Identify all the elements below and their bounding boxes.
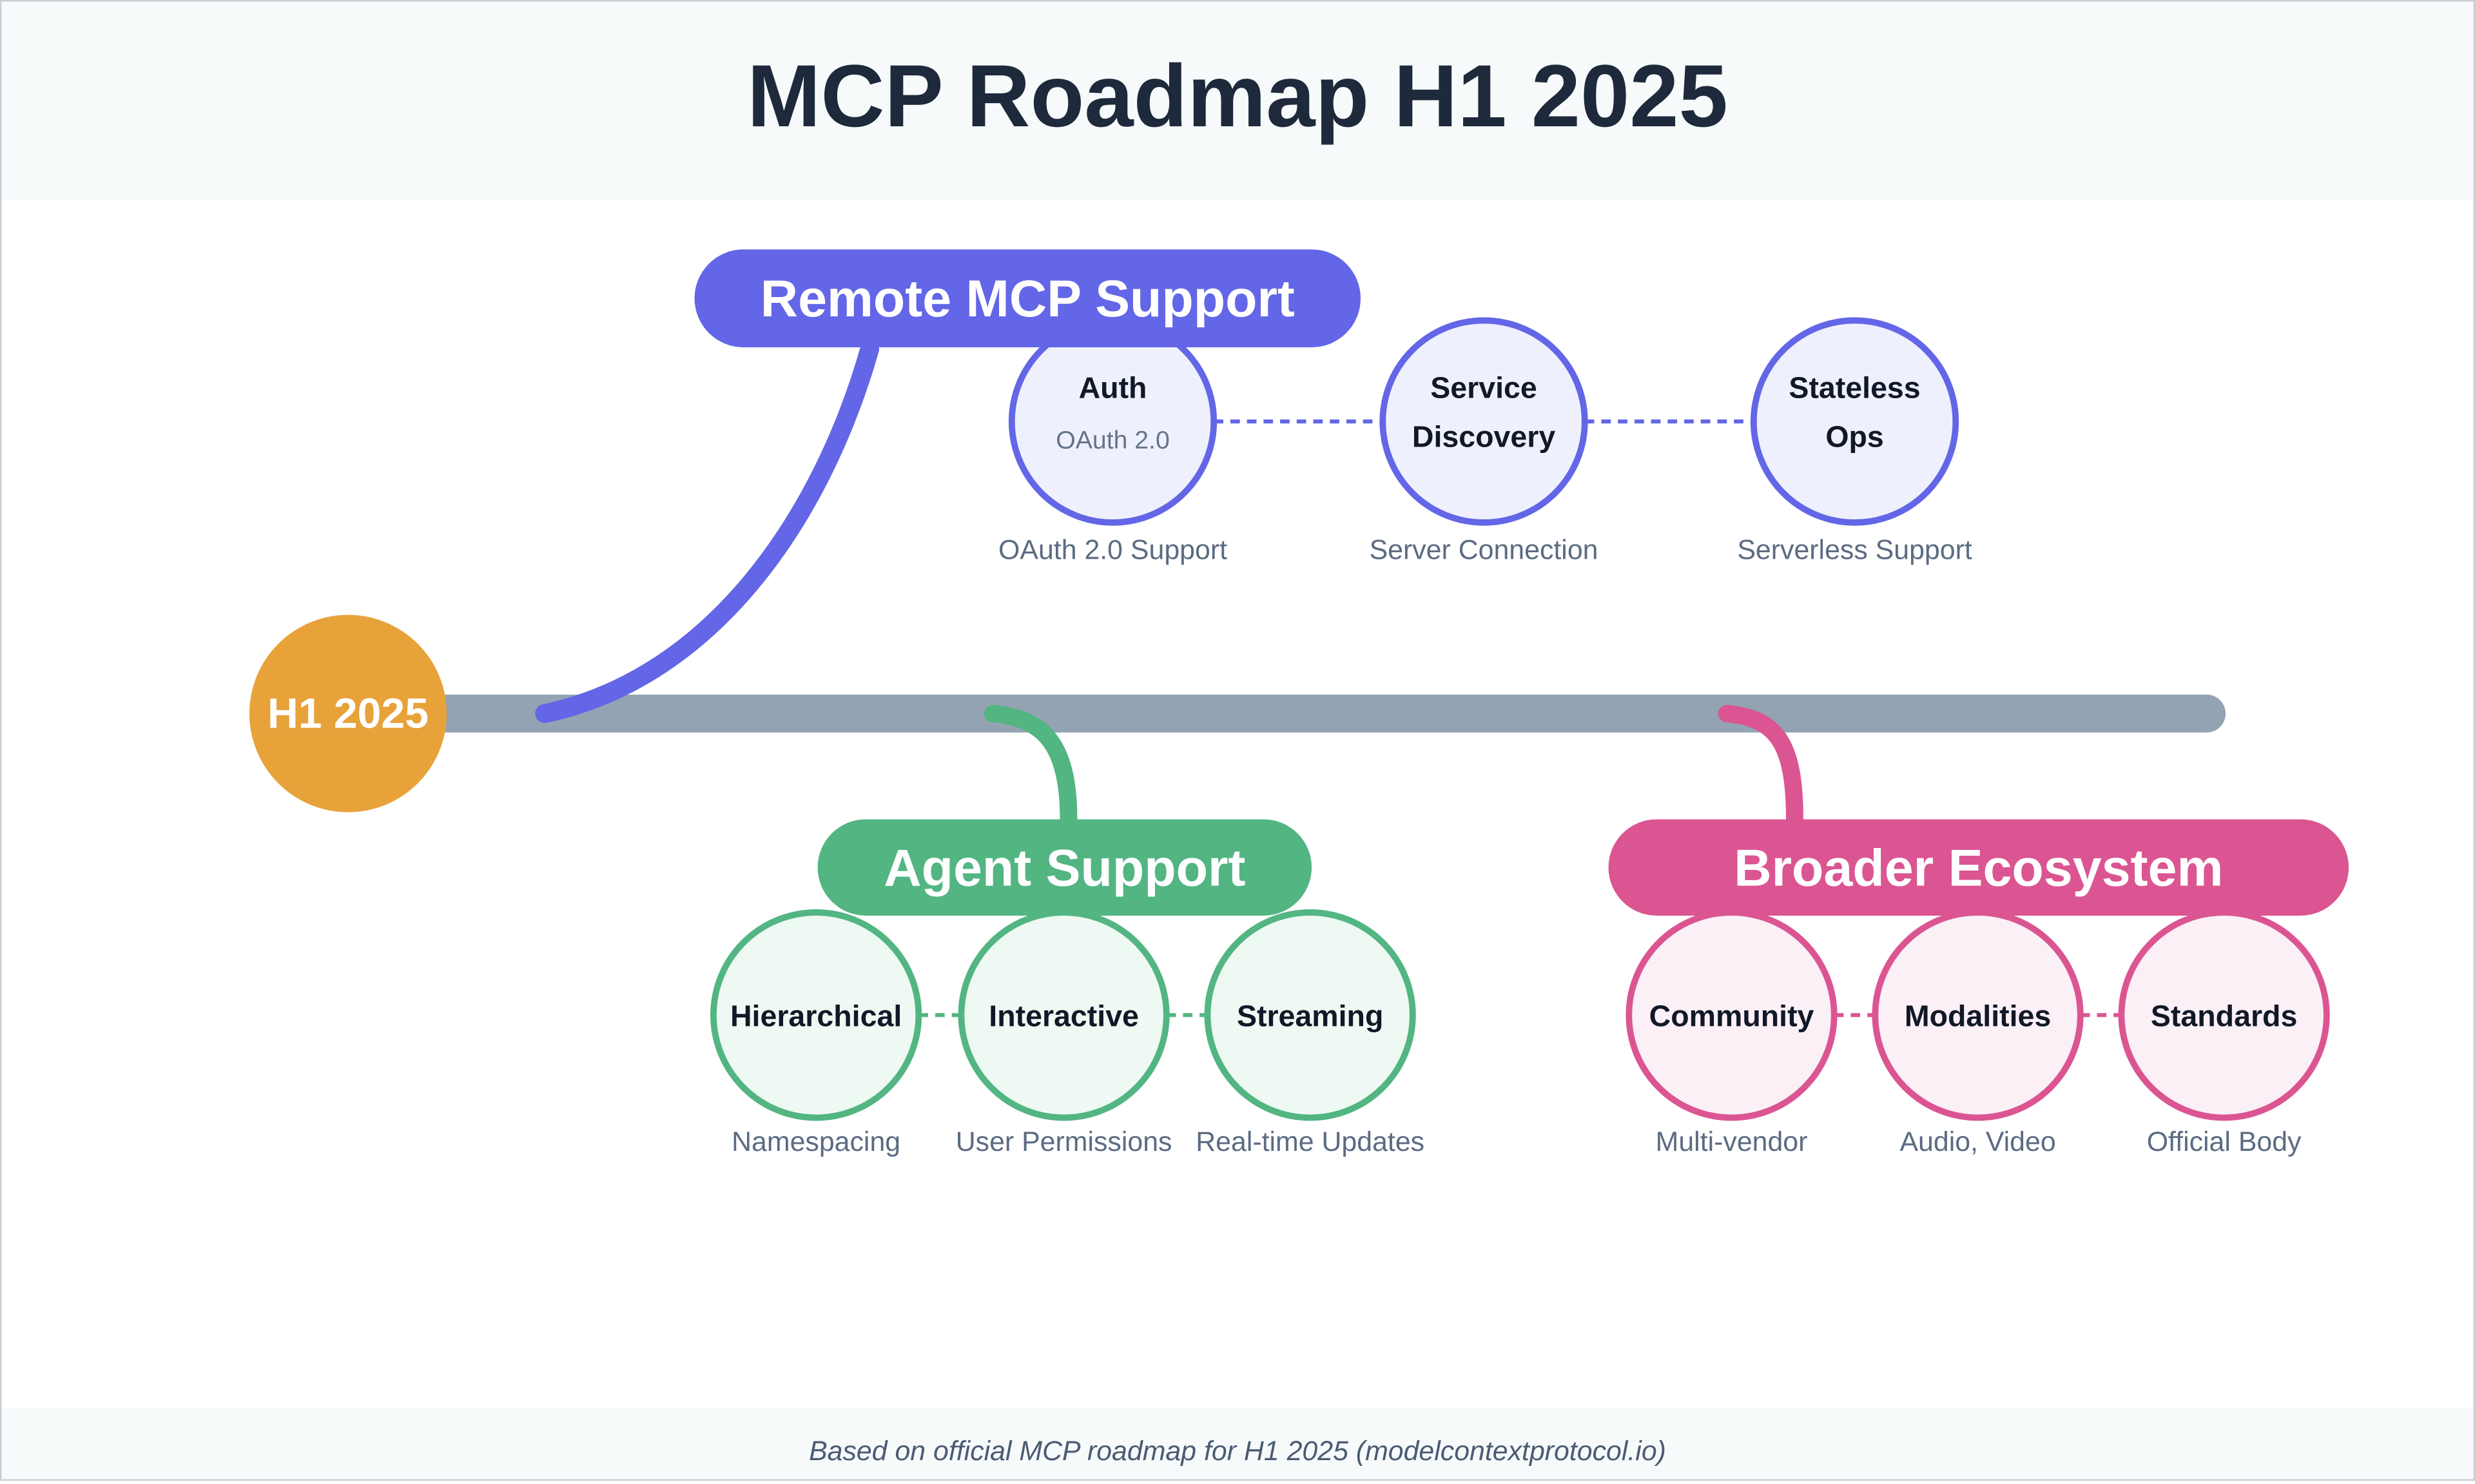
page-title: MCP Roadmap H1 2025 <box>747 47 1728 146</box>
node-title: Stateless <box>1789 371 1920 404</box>
origin-label: H1 2025 <box>267 689 429 737</box>
roadmap-canvas: MCP Roadmap H1 2025 Based on official MC… <box>0 0 2475 1481</box>
branch-title: Agent Support <box>884 839 1245 897</box>
branch-pill-agent[interactable]: Agent Support <box>817 819 1312 916</box>
node-caption: User Permissions <box>956 1126 1172 1157</box>
node-caption: Real-time Updates <box>1196 1126 1424 1157</box>
branch-title: Broader Ecosystem <box>1734 839 2223 897</box>
node-caption: OAuth 2.0 Support <box>998 534 1227 565</box>
node-title: Interactive <box>989 999 1139 1032</box>
node-title: Modalities <box>1905 999 2051 1032</box>
branch-pill-remote[interactable]: Remote MCP Support <box>694 249 1361 347</box>
node-title: Standards <box>2151 999 2297 1032</box>
node-caption: Multi-vendor <box>1656 1126 1808 1157</box>
node-caption: Server Connection <box>1370 534 1598 565</box>
node-title: Community <box>1649 999 1814 1032</box>
node-caption: Official Body <box>2147 1126 2302 1157</box>
roadmap-diagram: MCP Roadmap H1 2025 Based on official MC… <box>0 0 2475 1481</box>
timeline-origin[interactable]: H1 2025 <box>249 615 447 813</box>
node-caption: Serverless Support <box>1737 534 1972 565</box>
node-title: Auth <box>1079 371 1147 404</box>
branch-ecosystem: Community Multi-vendor Modalities Audio, Vi… <box>1608 819 2349 1157</box>
footer-source-note: Based on official MCP roadmap for H1 202… <box>809 1436 1666 1467</box>
node-circle <box>1008 317 1218 526</box>
branch-title: Remote MCP Support <box>761 270 1295 328</box>
node-caption: Audio, Video <box>1899 1126 2055 1157</box>
branch-pill-ecosystem[interactable]: Broader Ecosystem <box>1608 819 2349 916</box>
node-title: Streaming <box>1237 999 1383 1032</box>
node-title: Service <box>1430 371 1537 404</box>
node-title: Discovery <box>1412 419 1555 453</box>
node-title: Ops <box>1825 419 1883 453</box>
node-subtitle: OAuth 2.0 <box>1056 427 1169 454</box>
node-caption: Namespacing <box>732 1126 900 1157</box>
node-title: Hierarchical <box>730 999 902 1032</box>
